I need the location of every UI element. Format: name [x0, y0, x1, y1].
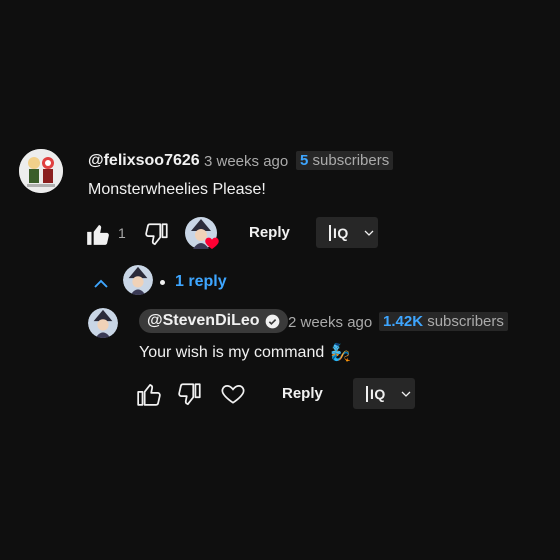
iq-button[interactable]: IQ	[316, 217, 378, 248]
reply-reply-button[interactable]: Reply	[282, 385, 323, 402]
reply-text-line: Your wish is my command 🧞	[139, 343, 351, 363]
subscriber-label: subscribers	[312, 152, 390, 169]
reply-text: Your wish is my command	[139, 344, 325, 361]
reply-button[interactable]: Reply	[249, 224, 290, 241]
collapse-replies-button[interactable]	[90, 273, 112, 295]
commenter-avatar[interactable]	[19, 149, 63, 193]
verified-badge-icon	[265, 314, 279, 328]
reply-author-handle: @StevenDiLeo	[147, 312, 260, 329]
thumb-down-icon	[178, 383, 201, 406]
thumb-down-icon	[145, 223, 168, 246]
reply-subscriber-label: subscribers	[427, 313, 504, 330]
reply-subscriber-badge: 1.42K subscribers	[379, 312, 508, 331]
replies-count-link[interactable]: 1 reply	[175, 273, 227, 291]
reply-timestamp[interactable]: 2 weeks ago	[288, 314, 372, 331]
heart-outline-icon	[221, 385, 245, 404]
creator-heart-avatar	[185, 217, 219, 249]
heart-icon	[205, 237, 219, 249]
replies-dot	[160, 280, 165, 285]
like-button[interactable]	[84, 220, 112, 248]
reply-like-button[interactable]	[135, 380, 163, 408]
genie-emoji: 🧞	[330, 343, 352, 362]
dislike-button[interactable]	[143, 220, 171, 248]
like-count: 1	[118, 225, 126, 241]
comment-timestamp[interactable]: 3 weeks ago	[204, 153, 288, 170]
reply-author-handle-pill[interactable]: @StevenDiLeo	[139, 309, 288, 333]
reply-iq-button[interactable]: IQ	[353, 378, 415, 409]
thumb-up-icon	[137, 384, 161, 406]
chevron-down-icon	[364, 230, 374, 236]
iq-label: IQ	[329, 224, 349, 241]
commenter-handle[interactable]: @felixsoo7626	[88, 152, 200, 170]
subscriber-badge: 5 subscribers	[296, 151, 394, 170]
creator-avatar-small	[123, 265, 153, 295]
thumb-up-filled-icon	[87, 224, 109, 245]
reply-heart-button[interactable]	[219, 380, 247, 408]
reply-iq-label: IQ	[366, 385, 386, 402]
comment-text: Monsterwheelies Please!	[88, 181, 266, 198]
reply-author-avatar[interactable]	[88, 308, 118, 338]
reply-subscriber-count: 1.42K	[383, 313, 424, 330]
reply-dislike-button[interactable]	[176, 380, 204, 408]
chevron-down-icon	[401, 391, 411, 397]
chevron-up-icon	[94, 279, 108, 288]
subscriber-count: 5	[300, 152, 309, 169]
